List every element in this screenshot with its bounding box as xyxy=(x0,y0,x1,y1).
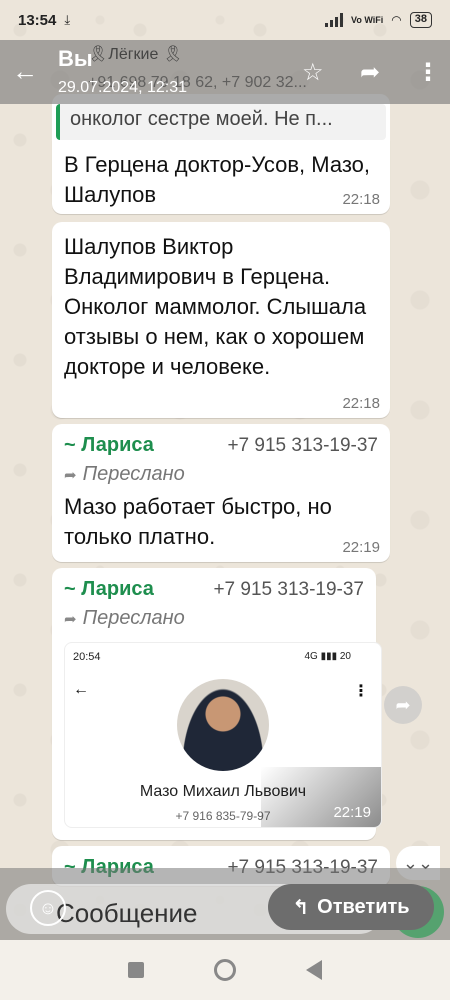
back-arrow-icon[interactable]: ← xyxy=(12,56,38,87)
underlying-chat-title: 🎗Лёгкие 🎗 xyxy=(88,46,184,63)
sender-phone: +7 915 313-19-37 xyxy=(227,435,378,456)
forwarded-screenshot-image[interactable]: 20:54 4G ▮▮▮ 20 ← ⋮ Мазо Михаил Львович … xyxy=(64,642,382,828)
message-time: 22:19 xyxy=(342,539,380,556)
embedded-status-time: 20:54 xyxy=(73,651,101,663)
embedded-back-icon: ← xyxy=(73,681,89,698)
selection-header: 🎗Лёгкие 🎗 +91 698 79 18 62, +7 902 32...… xyxy=(0,40,450,104)
forwarded-icon: ➦ xyxy=(64,467,77,484)
forwarded-label: ➦ Переслано xyxy=(64,607,364,630)
emoji-icon[interactable]: ☺ xyxy=(30,890,66,926)
quoted-message[interactable]: онколог сестре моей. Не п... xyxy=(56,104,386,140)
more-menu-icon[interactable]: ⋮ xyxy=(416,58,440,87)
battery-icon: 38 xyxy=(409,12,432,28)
sender-name[interactable]: ~ Лариса xyxy=(64,434,154,457)
forwarded-label: ➦ Переслано xyxy=(64,463,378,486)
forward-icon[interactable]: ➦ xyxy=(360,58,380,87)
reply-icon: ↰ xyxy=(292,896,310,919)
message-text: Шалупов Виктор Владимирович в Герцена. О… xyxy=(64,234,367,379)
volte-wifi-label: Vo WiFi xyxy=(351,14,384,25)
forwarded-text: Переслано xyxy=(82,607,185,629)
message-bubble[interactable]: ~ Лариса +7 915 313-19-37 ➦ Переслано Маз… xyxy=(52,424,390,562)
download-icon: ⤓ xyxy=(64,12,71,27)
message-time: 22:19 xyxy=(333,804,371,821)
message-bubble[interactable]: Шалупов Виктор Владимирович в Герцена. О… xyxy=(52,222,390,418)
sender-phone: +7 915 313-19-37 xyxy=(213,579,364,600)
home-icon[interactable] xyxy=(214,959,236,981)
back-icon[interactable] xyxy=(306,960,322,980)
forwarded-text: Переслано xyxy=(82,463,185,485)
message-bubble-image[interactable]: ~ Лариса +7 915 313-19-37 ➦ Переслано 20:… xyxy=(52,568,382,840)
signal-icon xyxy=(325,13,344,27)
status-bar: 13:54 ⤓ Vo WiFi ◠ 38 xyxy=(0,0,450,40)
status-icons: Vo WiFi ◠ 38 xyxy=(325,12,432,28)
header-title: Вы xyxy=(58,46,93,71)
contact-avatar xyxy=(177,679,269,771)
recent-apps-icon[interactable] xyxy=(128,962,144,978)
status-time: 13:54 xyxy=(18,11,57,29)
sender-row: ~ Лариса +7 915 313-19-37 xyxy=(64,434,378,457)
system-nav-bar xyxy=(0,940,450,1000)
reply-button[interactable]: ↰ Ответить xyxy=(268,884,434,930)
message-bubble[interactable]: В Герцена доктор-Усов, Мазо, Шалупов 22:… xyxy=(52,140,390,214)
embedded-menu-icon: ⋮ xyxy=(353,683,369,700)
sender-name[interactable]: ~ Лариса xyxy=(64,578,154,601)
embedded-status-icons: 4G ▮▮▮ 20 xyxy=(304,651,351,662)
message-time: 22:18 xyxy=(342,191,380,208)
star-icon[interactable]: ☆ xyxy=(302,58,324,87)
forward-shortcut-icon[interactable]: ➦ xyxy=(384,686,422,724)
reply-label: Ответить xyxy=(317,895,410,918)
forwarded-icon: ➦ xyxy=(64,611,77,628)
message-input-placeholder[interactable]: Сообщение xyxy=(56,898,198,929)
wifi-icon: ◠ xyxy=(391,13,402,27)
message-text: В Герцена доктор-Усов, Мазо, Шалупов xyxy=(64,152,371,207)
message-time: 22:18 xyxy=(342,395,380,412)
sender-row: ~ Лариса +7 915 313-19-37 xyxy=(64,578,364,601)
message-text: Мазо работает быстро, но только платно. xyxy=(64,494,332,549)
header-subtitle: 29.07.2024, 12:31 xyxy=(58,79,188,96)
